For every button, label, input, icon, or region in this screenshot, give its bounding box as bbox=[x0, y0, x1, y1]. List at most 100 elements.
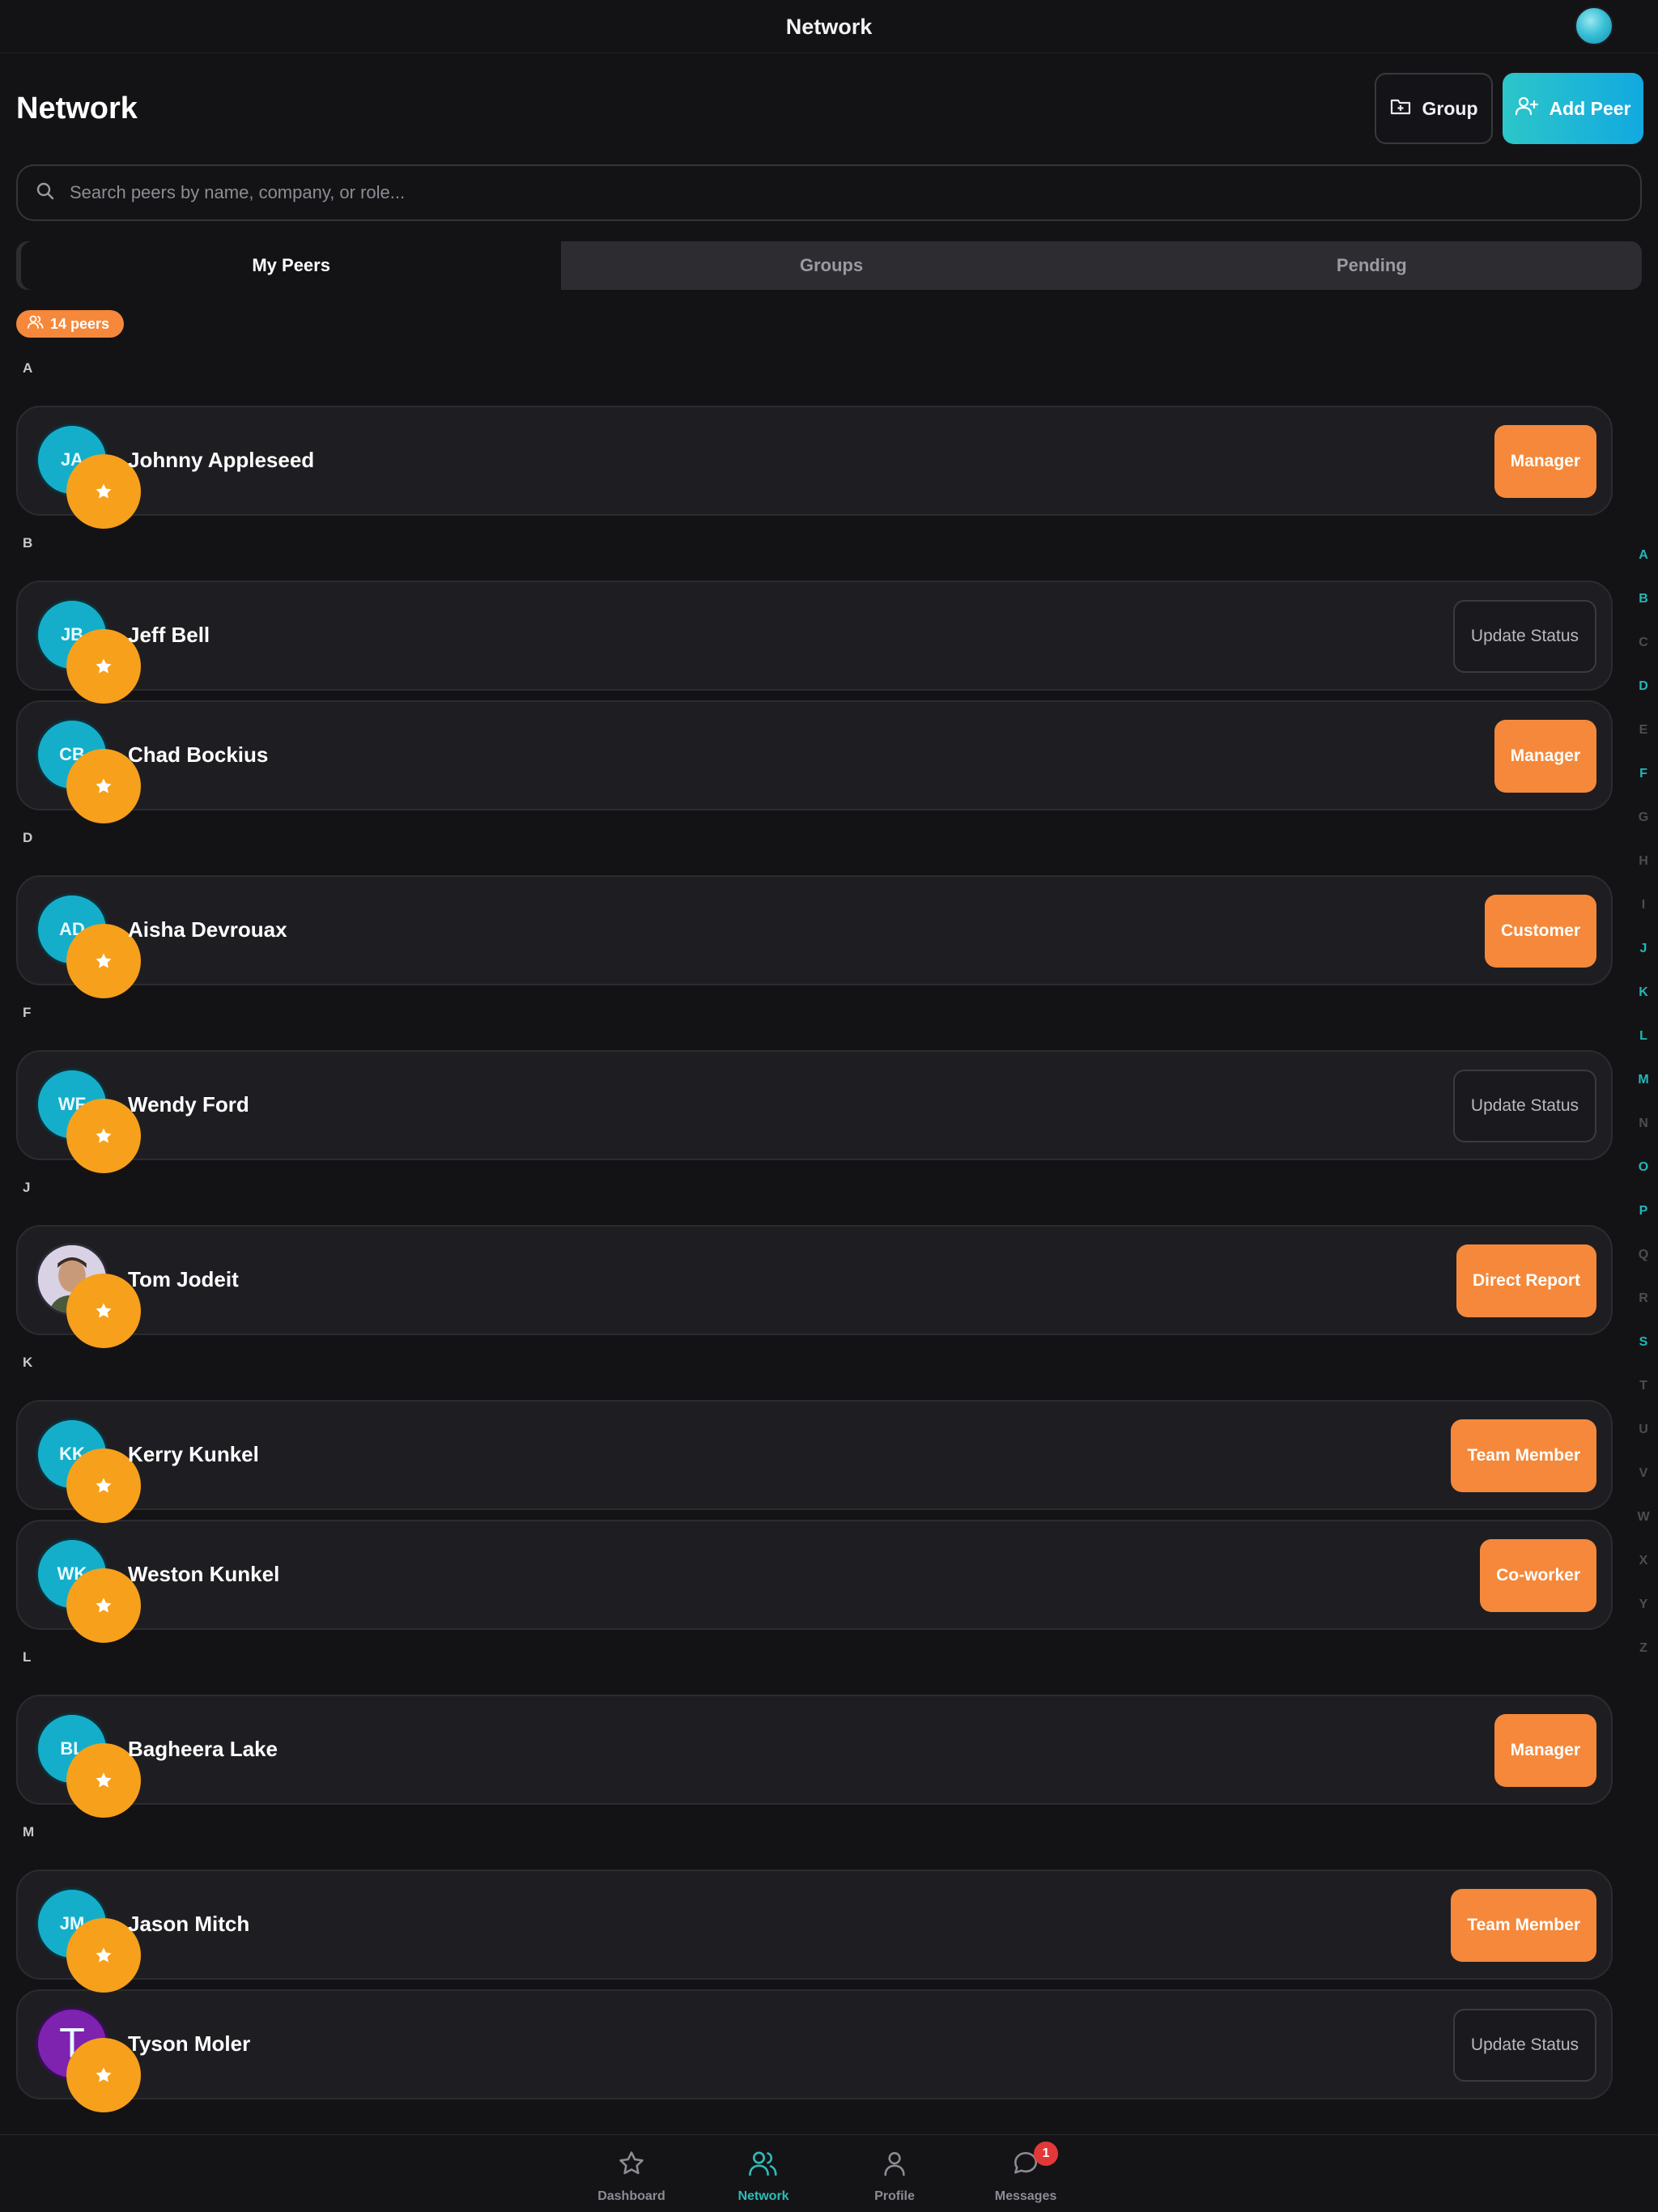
relationship-badge[interactable]: Manager bbox=[1494, 720, 1596, 793]
tab-pending[interactable]: Pending bbox=[1102, 241, 1642, 290]
person-icon bbox=[881, 2150, 908, 2181]
alphabet-letter[interactable]: T bbox=[1634, 1379, 1653, 1423]
user-plus-icon bbox=[1515, 96, 1538, 121]
update-status-button[interactable]: Update Status bbox=[1452, 1070, 1596, 1142]
tab-my-peers[interactable]: My Peers bbox=[21, 241, 562, 290]
search-input[interactable] bbox=[70, 182, 1527, 203]
nav-messages[interactable]: 1 Messages bbox=[969, 2142, 1082, 2204]
peer-card[interactable]: JA Johnny Appleseed Manager bbox=[16, 406, 1613, 529]
search-bar bbox=[16, 164, 1642, 221]
tab-groups[interactable]: Groups bbox=[561, 241, 1101, 290]
section-header: F bbox=[23, 1005, 32, 1020]
relationship-badge[interactable]: Manager bbox=[1494, 425, 1596, 498]
update-status-button[interactable]: Update Status bbox=[1452, 2009, 1596, 2082]
alphabet-letter[interactable]: V bbox=[1634, 1466, 1653, 1510]
nav-dashboard-label: Dashboard bbox=[597, 2189, 665, 2203]
peer-name: Tyson Moler bbox=[128, 2031, 251, 2056]
alphabet-letter[interactable]: O bbox=[1634, 1160, 1653, 1204]
peer-count-badge: 14 peers bbox=[16, 310, 125, 338]
alphabet-letter[interactable]: D bbox=[1634, 679, 1653, 723]
bottom-nav: Dashboard Network Profile 1 Messages bbox=[0, 2134, 1658, 2212]
alphabet-letter[interactable]: H bbox=[1634, 854, 1653, 898]
section-header: L bbox=[23, 1649, 32, 1665]
message-count-badge: 1 bbox=[1034, 2142, 1058, 2166]
topbar-title: Network bbox=[785, 15, 873, 39]
peer-card[interactable]: WF Wendy Ford Update Status bbox=[16, 1050, 1613, 1173]
user-avatar[interactable] bbox=[1575, 6, 1613, 45]
alphabet-letter[interactable]: S bbox=[1634, 1335, 1653, 1379]
alphabet-letter[interactable]: K bbox=[1634, 985, 1653, 1029]
section-header: J bbox=[23, 1180, 31, 1195]
tab-bar: My Peers Groups Pending bbox=[16, 241, 1642, 290]
nav-messages-label: Messages bbox=[994, 2189, 1057, 2203]
alphabet-letter[interactable]: Q bbox=[1634, 1248, 1653, 1291]
nav-dashboard[interactable]: Dashboard bbox=[575, 2150, 688, 2204]
group-button-label: Group bbox=[1422, 97, 1478, 119]
peer-card[interactable]: Tom Jodeit Direct Report bbox=[16, 1225, 1613, 1348]
peer-name: Aisha Devrouax bbox=[128, 917, 287, 942]
alphabet-letter[interactable]: F bbox=[1634, 767, 1653, 810]
alphabet-letter[interactable]: L bbox=[1634, 1029, 1653, 1073]
peer-card[interactable]: KK Kerry Kunkel Team Member bbox=[16, 1400, 1613, 1523]
alphabet-letter[interactable]: M bbox=[1634, 1073, 1653, 1117]
peer-name: Bagheera Lake bbox=[128, 1737, 278, 1761]
users-icon bbox=[28, 315, 44, 334]
top-bar: Network bbox=[0, 0, 1658, 53]
peer-card[interactable]: JM Jason Mitch Team Member bbox=[16, 1870, 1613, 1993]
add-peer-label: Add Peer bbox=[1549, 97, 1631, 119]
nav-network-label: Network bbox=[738, 2189, 789, 2203]
users-icon bbox=[749, 2150, 778, 2181]
search-icon bbox=[36, 181, 55, 205]
alphabet-letter[interactable]: R bbox=[1634, 1291, 1653, 1335]
peer-name: Johnny Appleseed bbox=[128, 448, 315, 472]
alphabet-letter[interactable]: U bbox=[1634, 1423, 1653, 1466]
nav-network[interactable]: Network bbox=[707, 2150, 820, 2204]
peer-name: Jason Mitch bbox=[128, 1912, 250, 1936]
peer-name: Weston Kunkel bbox=[128, 1562, 280, 1586]
alphabet-index: ABCDEFGHIJKLMNOPQRSTUVWXYZ bbox=[1634, 548, 1653, 1685]
section-header: A bbox=[23, 360, 33, 376]
alphabet-letter[interactable]: B bbox=[1634, 592, 1653, 636]
relationship-badge[interactable]: Direct Report bbox=[1456, 1244, 1596, 1317]
alphabet-letter[interactable]: A bbox=[1634, 548, 1653, 592]
alphabet-letter[interactable]: P bbox=[1634, 1204, 1653, 1248]
alphabet-letter[interactable]: X bbox=[1634, 1554, 1653, 1597]
peer-name: Tom Jodeit bbox=[128, 1267, 239, 1291]
section-header: K bbox=[23, 1355, 33, 1370]
peer-name: Kerry Kunkel bbox=[128, 1442, 259, 1466]
peer-name: Chad Bockius bbox=[128, 742, 269, 767]
alphabet-letter[interactable]: Z bbox=[1634, 1641, 1653, 1685]
peer-card[interactable]: WK Weston Kunkel Co-worker bbox=[16, 1520, 1613, 1643]
relationship-badge[interactable]: Manager bbox=[1494, 1714, 1596, 1787]
update-status-button[interactable]: Update Status bbox=[1452, 600, 1596, 673]
section-header: B bbox=[23, 535, 33, 551]
nav-profile[interactable]: Profile bbox=[838, 2150, 951, 2204]
peer-card[interactable]: JB Jeff Bell Update Status bbox=[16, 581, 1613, 704]
alphabet-letter[interactable]: I bbox=[1634, 898, 1653, 942]
relationship-badge[interactable]: Team Member bbox=[1451, 1419, 1596, 1492]
nav-profile-label: Profile bbox=[874, 2189, 915, 2203]
star-icon bbox=[618, 2150, 645, 2181]
relationship-badge[interactable]: Co-worker bbox=[1480, 1539, 1596, 1612]
page-title: Network bbox=[16, 91, 138, 125]
peer-name: Wendy Ford bbox=[128, 1092, 249, 1117]
group-button[interactable]: Group bbox=[1375, 73, 1493, 144]
peer-card[interactable]: CB Chad Bockius Manager bbox=[16, 700, 1613, 823]
alphabet-letter[interactable]: G bbox=[1634, 810, 1653, 854]
peer-card[interactable]: T Tyson Moler Update Status bbox=[16, 1989, 1613, 2112]
relationship-badge[interactable]: Customer bbox=[1484, 895, 1596, 968]
folder-plus-icon bbox=[1390, 96, 1411, 121]
peer-card[interactable]: AD Aisha Devrouax Customer bbox=[16, 875, 1613, 998]
peer-card[interactable]: BL Bagheera Lake Manager bbox=[16, 1695, 1613, 1818]
alphabet-letter[interactable]: J bbox=[1634, 942, 1653, 985]
add-peer-button[interactable]: Add Peer bbox=[1503, 73, 1643, 144]
section-header: M bbox=[23, 1824, 35, 1840]
peer-count-label: 14 peers bbox=[50, 315, 110, 332]
relationship-badge[interactable]: Team Member bbox=[1451, 1889, 1596, 1962]
alphabet-letter[interactable]: E bbox=[1634, 723, 1653, 767]
alphabet-letter[interactable]: N bbox=[1634, 1117, 1653, 1160]
alphabet-letter[interactable]: Y bbox=[1634, 1597, 1653, 1641]
section-header: D bbox=[23, 830, 33, 845]
alphabet-letter[interactable]: C bbox=[1634, 636, 1653, 679]
alphabet-letter[interactable]: W bbox=[1634, 1510, 1653, 1554]
